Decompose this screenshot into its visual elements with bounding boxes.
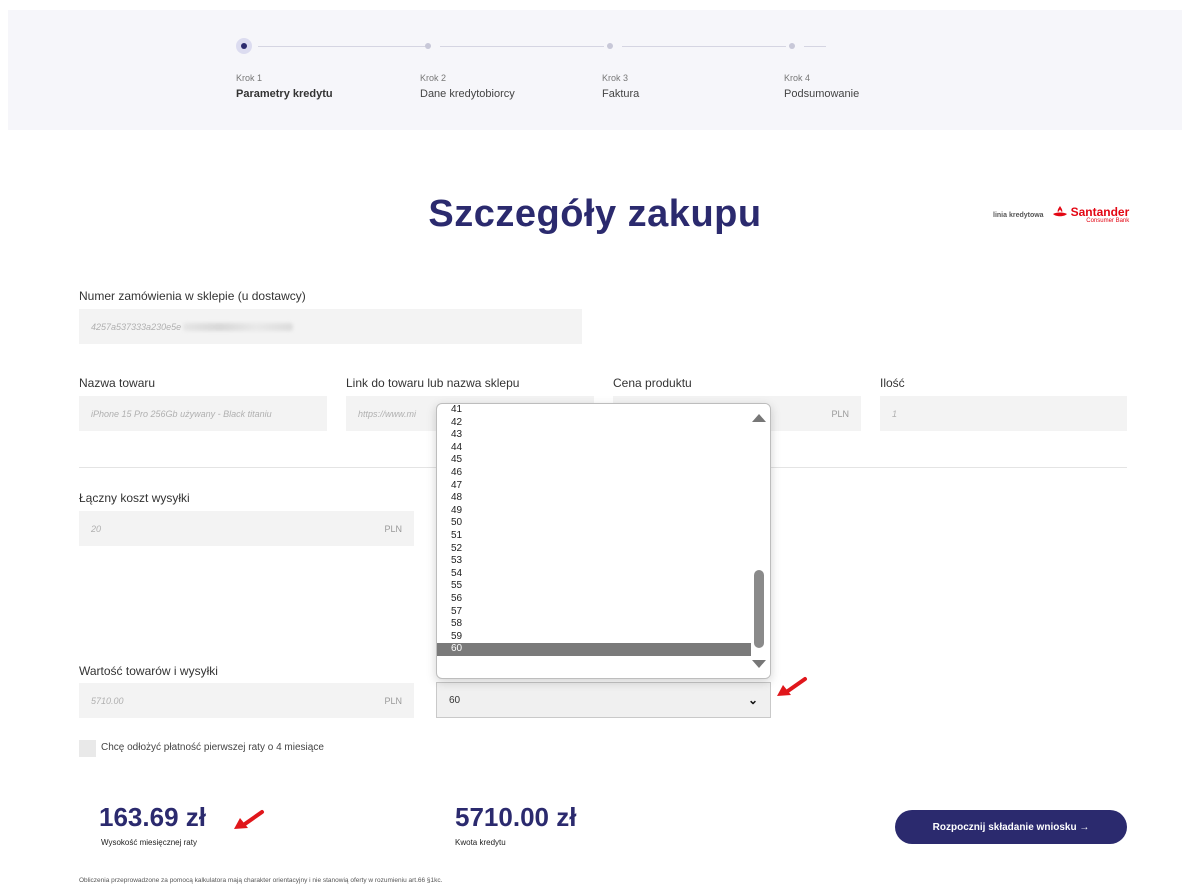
product-name-label: Nazwa towaru [79, 376, 156, 390]
step-connector [804, 46, 826, 47]
order-number-label: Numer zamówienia w sklepie (u dostawcy) [79, 289, 306, 303]
progress-stepper: Krok 1 Parametry kredytu Krok 2 Dane kre… [8, 10, 1182, 130]
scroll-up-arrow-icon[interactable] [752, 414, 766, 422]
step-3-name: Faktura [602, 88, 640, 100]
step-3-indicator [602, 38, 618, 54]
credit-amount-label: Kwota kredytu [455, 838, 506, 847]
disclaimer-footnote: Obliczenia przeprowadzone za pomocą kalk… [79, 877, 443, 884]
annotation-arrow-icon [234, 810, 264, 829]
installments-options: 41 42 43 44 45 46 47 48 49 50 51 52 53 54 55 56 57 58 59 60 [437, 404, 770, 656]
installments-option[interactable]: 54 [437, 568, 770, 581]
step-1-name: Parametry kredytu [236, 88, 333, 100]
santander-logo: Santander Consumer Bank [1052, 205, 1130, 225]
installments-option[interactable]: 47 [437, 480, 770, 493]
step-connector [258, 46, 426, 47]
brand-linia-kredytowa: linia kredytowa [993, 212, 1044, 219]
product-link-value: https://www.mi [358, 408, 417, 419]
product-name-value: iPhone 15 Pro 256Gb używany - Black tita… [91, 408, 272, 419]
installments-option[interactable]: 48 [437, 492, 770, 505]
start-application-button[interactable]: Rozpocznij składanie wniosku → [895, 810, 1127, 844]
product-price-label: Cena produktu [613, 376, 692, 390]
installments-option[interactable]: 42 [437, 417, 770, 430]
installments-option[interactable]: 50 [437, 517, 770, 530]
santander-name: Santander [1070, 205, 1130, 219]
installments-option[interactable]: 43 [437, 429, 770, 442]
step-2-name: Dane kredytobiorcy [420, 88, 515, 100]
step-3-number: Krok 3 [602, 73, 629, 83]
defer-payment-checkbox[interactable] [79, 740, 96, 757]
quantity-field[interactable]: 1 [880, 396, 1127, 431]
installments-option[interactable]: 60 [437, 643, 753, 656]
goods-total-unit: PLN [384, 695, 402, 706]
shipping-unit: PLN [384, 523, 402, 534]
brand-logo: linia kredytowa Santander Consumer Bank [993, 206, 1129, 225]
shipping-cost-field[interactable]: 20 PLN [79, 511, 414, 546]
redacted-blur [183, 322, 294, 331]
scroll-down-arrow-icon[interactable] [752, 660, 766, 668]
annotation-arrow-icon [777, 677, 807, 696]
goods-total-label: Wartość towarów i wysyłki [79, 664, 218, 678]
installments-option[interactable]: 58 [437, 618, 770, 631]
installments-option[interactable]: 45 [437, 454, 770, 467]
installments-option[interactable]: 52 [437, 543, 770, 556]
chevron-down-icon[interactable]: ⌄ [748, 693, 758, 707]
step-connector [622, 46, 786, 47]
shipping-cost-label: Łączny koszt wysyłki [79, 491, 190, 505]
installments-option[interactable]: 53 [437, 555, 770, 568]
quantity-value: 1 [892, 408, 898, 419]
step-1-indicator [236, 38, 252, 54]
installments-option[interactable]: 41 [437, 404, 770, 417]
step-1-number: Krok 1 [236, 73, 263, 83]
installments-option[interactable]: 44 [437, 442, 770, 455]
goods-total-value: 5710.00 [91, 695, 124, 706]
step-4-number: Krok 4 [784, 73, 811, 83]
installments-option[interactable]: 55 [437, 580, 770, 593]
installments-select[interactable]: 60 ⌄ [436, 682, 771, 718]
installments-selected-value: 60 [449, 694, 461, 706]
order-number-value: 4257a537333a230e5e [91, 321, 182, 332]
monthly-installment-label: Wysokość miesięcznej raty [101, 838, 197, 847]
monthly-installment-amount: 163.69 zł [99, 802, 206, 832]
quantity-label: Ilość [880, 376, 905, 390]
santander-sub: Consumer Bank [1086, 218, 1130, 224]
installments-option[interactable]: 56 [437, 593, 770, 606]
installments-option[interactable]: 46 [437, 467, 770, 480]
installments-option[interactable]: 57 [437, 606, 770, 619]
dropdown-scrollbar[interactable] [751, 404, 770, 678]
goods-total-field[interactable]: 5710.00 PLN [79, 683, 414, 718]
shipping-cost-value: 20 [91, 523, 102, 534]
installments-dropdown-list[interactable]: 41 42 43 44 45 46 47 48 49 50 51 52 53 54 55 56 57 58 59 60 [436, 403, 771, 679]
installments-option[interactable]: 59 [437, 631, 770, 644]
step-2-indicator [420, 38, 436, 54]
installments-option[interactable]: 49 [437, 505, 770, 518]
product-link-label: Link do towaru lub nazwa sklepu [346, 376, 520, 390]
step-4-name: Podsumowanie [784, 88, 860, 100]
order-number-field[interactable]: 4257a537333a230e5e [79, 309, 582, 344]
step-connector [440, 46, 604, 47]
step-2-number: Krok 2 [420, 73, 447, 83]
credit-amount: 5710.00 zł [455, 802, 577, 832]
installments-option[interactable]: 51 [437, 530, 770, 543]
santander-flame-icon [1052, 206, 1067, 217]
product-name-field[interactable]: iPhone 15 Pro 256Gb używany - Black tita… [79, 396, 327, 431]
scrollbar-thumb[interactable] [754, 570, 764, 648]
price-unit: PLN [831, 408, 849, 419]
step-4-indicator [784, 38, 800, 54]
defer-payment-label: Chcę odłożyć płatność pierwszej raty o 4… [101, 742, 324, 753]
